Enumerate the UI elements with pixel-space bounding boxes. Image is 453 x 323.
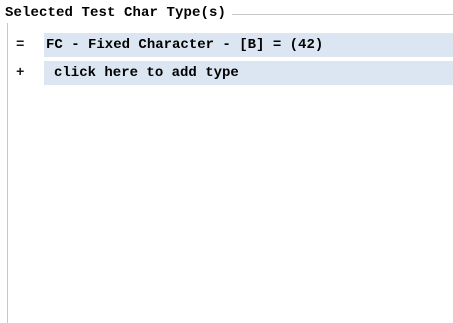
selected-type-label[interactable]: FC - Fixed Character - [B] = (42) — [44, 33, 453, 57]
add-type-marker[interactable]: + — [14, 61, 44, 85]
selected-type-row[interactable]: = FC - Fixed Character - [B] = (42) — [14, 33, 453, 57]
panel-legend: Selected Test Char Type(s) — [5, 3, 233, 23]
add-type-button[interactable]: click here to add type — [44, 61, 453, 85]
add-type-row[interactable]: + click here to add type — [14, 61, 453, 85]
selected-type-marker: = — [16, 37, 25, 53]
